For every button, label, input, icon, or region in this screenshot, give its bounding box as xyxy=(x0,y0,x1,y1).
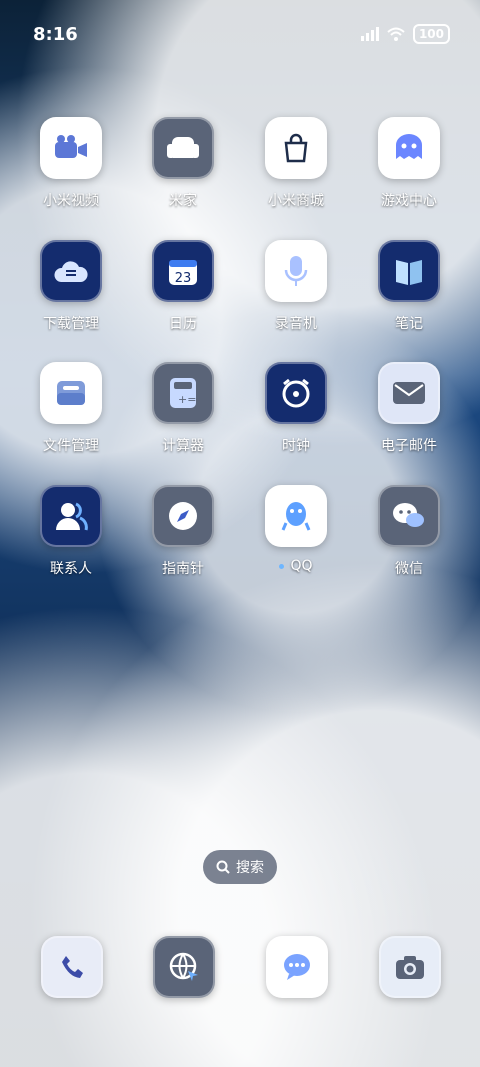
browser-globe-icon[interactable] xyxy=(153,936,215,998)
search-icon xyxy=(216,860,230,874)
app-label: 录音机 xyxy=(275,316,317,332)
app-contacts[interactable]: 联系人 xyxy=(15,480,127,577)
calendar-icon: 23 xyxy=(152,240,214,302)
app-notes[interactable]: 笔记 xyxy=(353,235,465,332)
app-email[interactable]: 电子邮件 xyxy=(353,357,465,454)
app-label: 指南针 xyxy=(162,561,204,577)
search-pill[interactable]: 搜索 xyxy=(203,850,277,884)
app-clock[interactable]: 时钟 xyxy=(240,357,352,454)
app-download-manager[interactable]: 下载管理 xyxy=(15,235,127,332)
status-bar: 8:16 100 xyxy=(0,0,480,64)
app-file-manager[interactable]: 文件管理 xyxy=(15,357,127,454)
clock-time: 8:16 xyxy=(33,24,78,45)
wifi-icon xyxy=(387,27,405,41)
cloud-download-icon xyxy=(40,240,102,302)
ghost-icon xyxy=(378,117,440,179)
app-label: 游戏中心 xyxy=(381,193,437,209)
svg-text:+=: += xyxy=(178,393,196,406)
app-calculator[interactable]: += 计算器 xyxy=(127,357,239,454)
app-label: 电子邮件 xyxy=(381,438,437,454)
app-label: 日历 xyxy=(169,316,197,332)
contacts-icon xyxy=(40,485,102,547)
app-label: 计算器 xyxy=(162,438,204,454)
app-label: QQ xyxy=(240,558,352,574)
app-xiaomi-video[interactable]: 小米视频 xyxy=(15,112,127,209)
shopping-bag-icon xyxy=(265,117,327,179)
signal-icon xyxy=(360,27,379,41)
video-camera-icon xyxy=(40,117,102,179)
app-qq[interactable]: QQ xyxy=(240,480,352,575)
app-mijia[interactable]: 米家 xyxy=(127,112,239,209)
notebook-icon xyxy=(378,240,440,302)
app-label: 时钟 xyxy=(282,438,310,454)
sofa-icon xyxy=(152,117,214,179)
app-game-center[interactable]: 游戏中心 xyxy=(353,112,465,209)
status-icons: 100 xyxy=(360,24,450,44)
calendar-date: 23 xyxy=(175,271,192,286)
app-label: 联系人 xyxy=(50,561,92,577)
compass-icon xyxy=(152,485,214,547)
microphone-icon xyxy=(265,240,327,302)
app-label: 笔记 xyxy=(395,316,423,332)
app-calendar[interactable]: 23 日历 xyxy=(127,235,239,332)
message-icon[interactable] xyxy=(266,936,328,998)
penguin-icon xyxy=(265,485,327,547)
app-recorder[interactable]: 录音机 xyxy=(240,235,352,332)
camera-icon[interactable] xyxy=(379,936,441,998)
search-label: 搜索 xyxy=(236,860,264,876)
app-label: 下载管理 xyxy=(43,316,99,332)
app-label: 文件管理 xyxy=(43,438,99,454)
chat-bubbles-icon xyxy=(378,485,440,547)
calculator-icon: += xyxy=(152,362,214,424)
clock-icon xyxy=(265,362,327,424)
app-compass[interactable]: 指南针 xyxy=(127,480,239,577)
app-label: 小米视频 xyxy=(43,193,99,209)
mail-icon xyxy=(378,362,440,424)
app-label: 小米商城 xyxy=(268,193,324,209)
app-wechat[interactable]: 微信 xyxy=(353,480,465,577)
app-label: 微信 xyxy=(395,561,423,577)
app-label: 米家 xyxy=(169,193,197,209)
new-install-dot xyxy=(279,563,285,569)
folder-icon xyxy=(40,362,102,424)
phone-icon[interactable] xyxy=(41,936,103,998)
battery-level: 100 xyxy=(412,24,450,44)
app-xiaomi-mall[interactable]: 小米商城 xyxy=(240,112,352,209)
dock xyxy=(0,936,480,998)
